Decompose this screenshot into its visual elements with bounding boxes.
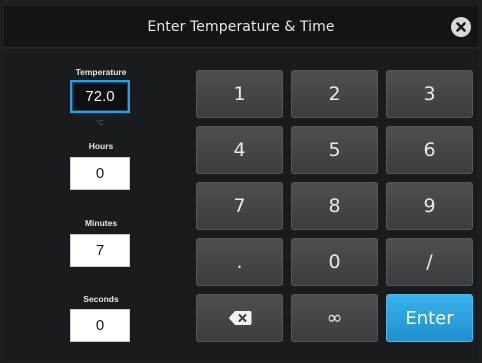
backspace-icon [228, 311, 251, 325]
entry-panel: Temperature 72.0 °C Hours 0 Minutes 7 Se… [4, 49, 478, 361]
dialog-title: Enter Temperature & Time [147, 18, 335, 35]
key-5[interactable]: 5 [291, 126, 378, 174]
key-4[interactable]: 4 [196, 126, 283, 174]
temperature-time-dialog: Enter Temperature & Time Temperature 72.… [0, 0, 482, 363]
seconds-field[interactable]: 0 [70, 309, 130, 342]
temperature-unit: °C [96, 120, 104, 127]
key-3[interactable]: 3 [386, 70, 473, 118]
key-1[interactable]: 1 [196, 70, 283, 118]
infinity-button[interactable]: ∞ [291, 294, 378, 342]
key-2[interactable]: 2 [291, 70, 378, 118]
key-8[interactable]: 8 [291, 182, 378, 230]
seconds-label: Seconds [83, 294, 119, 304]
hours-label: Hours [88, 141, 114, 151]
minutes-label: Minutes [84, 218, 118, 228]
temperature-label: Temperature [75, 67, 127, 77]
key-6[interactable]: 6 [386, 126, 473, 174]
hours-field[interactable]: 0 [70, 157, 130, 190]
key-7[interactable]: 7 [196, 182, 283, 230]
minutes-field[interactable]: 7 [70, 234, 130, 267]
key-slash[interactable]: / [386, 238, 473, 286]
key-decimal[interactable]: . [196, 238, 283, 286]
key-0[interactable]: 0 [291, 238, 378, 286]
key-9[interactable]: 9 [386, 182, 473, 230]
backspace-button[interactable] [196, 294, 283, 342]
enter-button[interactable]: Enter [386, 294, 473, 342]
close-icon [456, 22, 466, 32]
close-button[interactable] [451, 17, 471, 37]
title-bar: Enter Temperature & Time [4, 6, 478, 48]
temperature-field[interactable]: 72.0 [70, 80, 130, 113]
